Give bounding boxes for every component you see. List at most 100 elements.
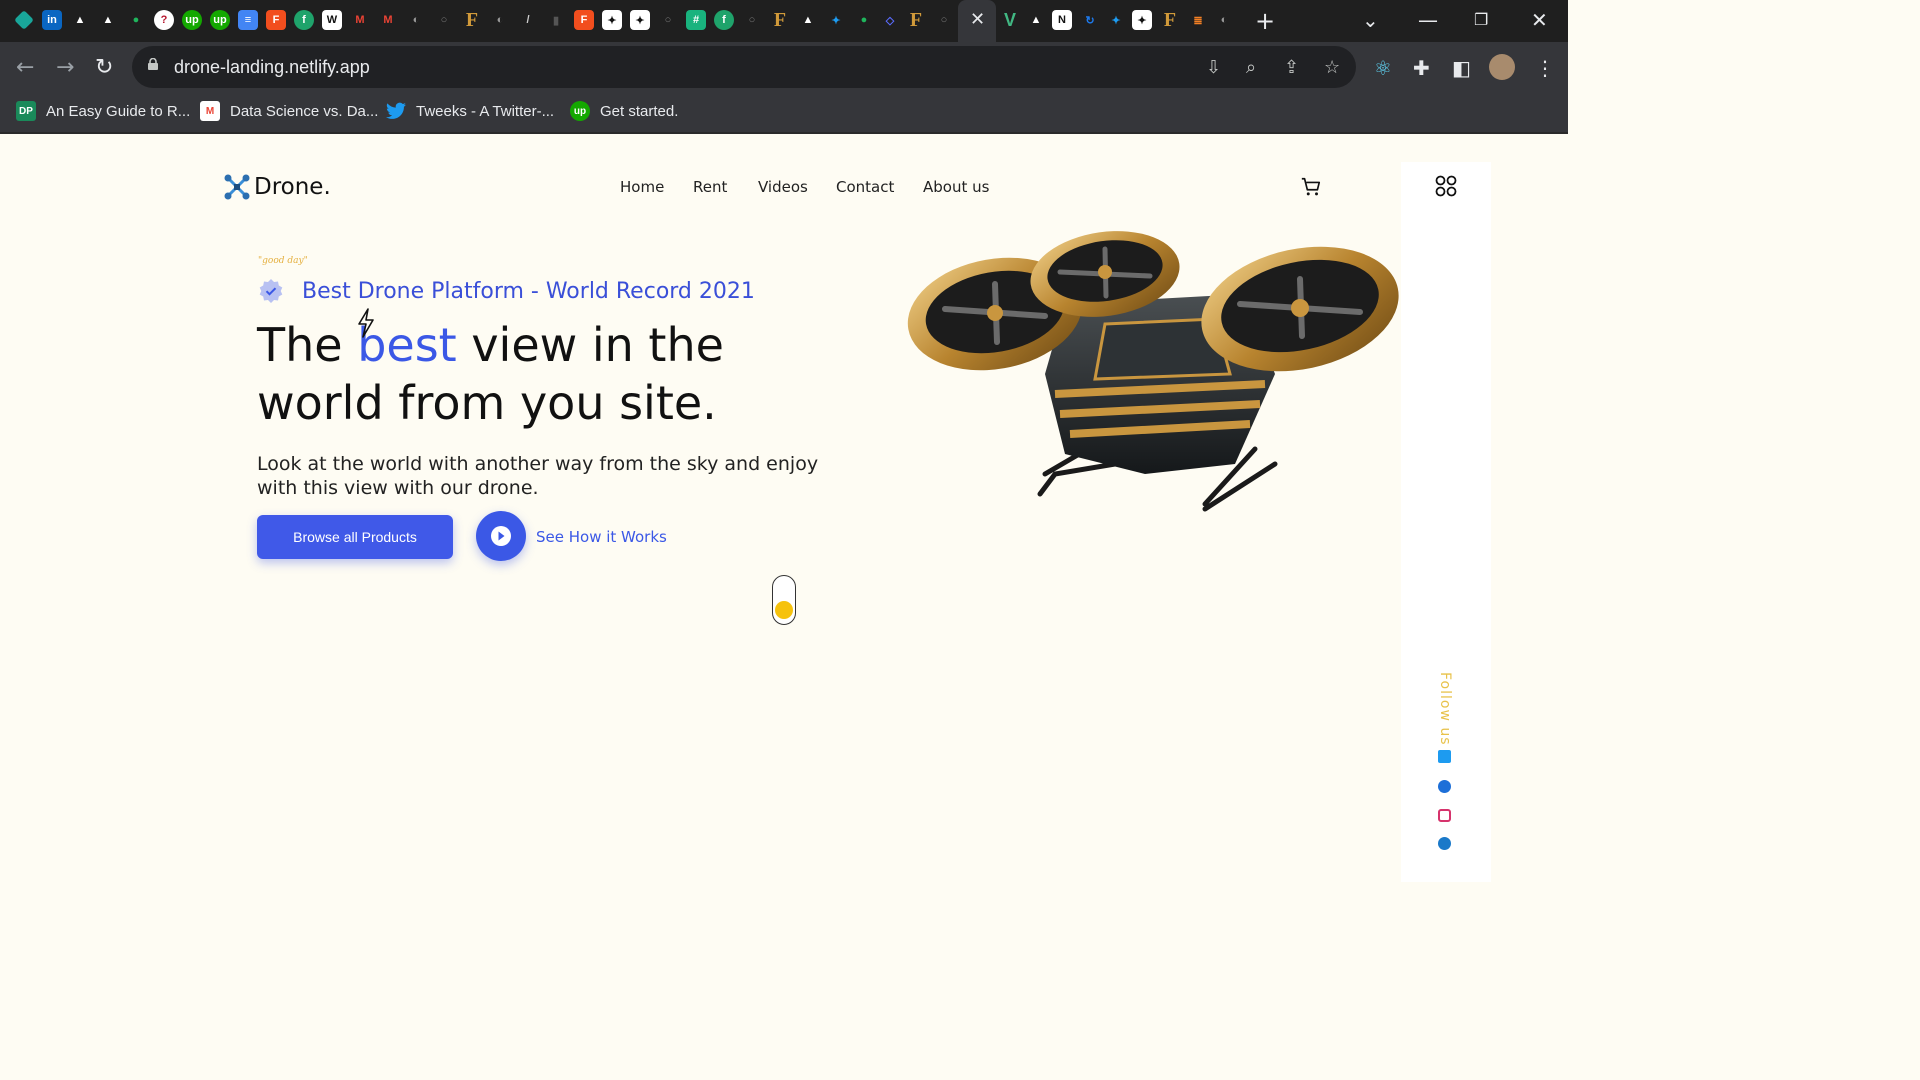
install-icon[interactable]: ⇩ bbox=[1206, 57, 1221, 78]
twitter-icon[interactable]: ✦ bbox=[1106, 10, 1126, 30]
sparkle-icon[interactable]: ✦ bbox=[602, 10, 622, 30]
url-text[interactable]: drone-landing.netlify.app bbox=[174, 57, 370, 78]
bookmark-star-icon[interactable]: ☆ bbox=[1324, 57, 1340, 78]
refresh-app-icon[interactable]: ↻ bbox=[1080, 10, 1100, 30]
cart-icon[interactable] bbox=[1300, 176, 1322, 198]
fiverr-icon[interactable]: f bbox=[714, 10, 734, 30]
react-devtools-icon[interactable]: ⚛ bbox=[1374, 56, 1392, 80]
figma-icon[interactable]: F bbox=[574, 10, 594, 30]
restore-icon[interactable]: ❐ bbox=[1474, 10, 1488, 29]
notion-icon[interactable]: N bbox=[1052, 10, 1072, 30]
skype-icon[interactable] bbox=[1438, 837, 1451, 850]
mongodb-icon[interactable]: ● bbox=[854, 10, 874, 30]
tab-strip: in ▲ ▲ ● ? up up ≡ F f W M M ◐ ○ F ◐ / ▮… bbox=[0, 0, 1568, 42]
forward-icon[interactable]: → bbox=[56, 55, 74, 80]
bookmark-label: Get started. bbox=[600, 102, 679, 120]
bookmark-label: Tweeks - A Twitter-... bbox=[416, 102, 555, 120]
good-day-label: "good day" bbox=[258, 256, 308, 266]
gmail-icon[interactable]: M bbox=[378, 10, 398, 30]
upwork-icon[interactable]: up bbox=[182, 10, 202, 30]
reload-icon[interactable]: ↻ bbox=[95, 55, 113, 80]
stackoverflow-icon[interactable]: ≣ bbox=[1188, 10, 1208, 30]
zoom-icon[interactable]: ⌕ bbox=[1246, 57, 1256, 78]
minimize-icon[interactable]: — bbox=[1418, 8, 1438, 32]
verified-badge-icon bbox=[259, 279, 283, 303]
diamond-icon[interactable]: ◇ bbox=[880, 10, 900, 30]
triangle-icon[interactable]: ▲ bbox=[798, 10, 818, 30]
github-icon[interactable]: ○ bbox=[658, 10, 678, 30]
nav-about-us[interactable]: About us bbox=[923, 178, 989, 196]
back-icon[interactable]: ← bbox=[16, 55, 34, 80]
browse-products-button[interactable]: Browse all Products bbox=[257, 515, 453, 559]
grid-app-icon[interactable]: # bbox=[686, 10, 706, 30]
share-icon[interactable]: ⇪ bbox=[1284, 57, 1299, 78]
globe-icon[interactable]: ◐ bbox=[406, 10, 426, 30]
twitter-icon[interactable]: ✦ bbox=[826, 10, 846, 30]
bookmark-label: An Easy Guide to R... bbox=[46, 102, 191, 120]
scroll-indicator[interactable] bbox=[772, 575, 796, 625]
extensions-icon[interactable]: ✚ bbox=[1413, 56, 1430, 80]
grid-menu-icon[interactable] bbox=[1435, 175, 1457, 197]
globe-icon[interactable]: ◐ bbox=[490, 10, 510, 30]
messenger-icon[interactable] bbox=[1438, 780, 1451, 793]
sparkle-icon[interactable]: ✦ bbox=[630, 10, 650, 30]
site-logo[interactable]: Drone. bbox=[224, 174, 331, 200]
follow-us-label: Follow us bbox=[1437, 672, 1453, 746]
f-serif-icon[interactable]: F bbox=[770, 9, 790, 31]
upwork-icon[interactable]: up bbox=[210, 10, 230, 30]
linkedin-icon[interactable]: in bbox=[42, 10, 62, 30]
avatar[interactable] bbox=[1489, 54, 1515, 80]
nav-home[interactable]: Home bbox=[620, 178, 664, 196]
slash-icon[interactable]: / bbox=[518, 10, 538, 30]
see-how-it-works-link[interactable]: See How it Works bbox=[536, 528, 667, 546]
bookmark-item[interactable]: up Get started. bbox=[570, 100, 678, 122]
gmail-icon[interactable]: M bbox=[350, 10, 370, 30]
figma-icon[interactable]: F bbox=[266, 10, 286, 30]
award-text: Best Drone Platform - World Record 2021 bbox=[302, 278, 755, 304]
triangle-icon[interactable]: ▲ bbox=[70, 10, 90, 30]
address-bar[interactable]: drone-landing.netlify.app ⇩ ⌕ ⇪ ☆ bbox=[132, 46, 1356, 88]
award-badge: Best Drone Platform - World Record 2021 bbox=[258, 278, 755, 304]
vue-icon[interactable]: V bbox=[1000, 10, 1020, 30]
play-button[interactable] bbox=[476, 511, 526, 561]
f-serif-icon[interactable]: F bbox=[462, 9, 482, 31]
triangle-icon[interactable]: ▲ bbox=[1026, 10, 1046, 30]
new-tab-button[interactable]: + bbox=[1255, 7, 1275, 35]
fiverr-icon[interactable]: f bbox=[294, 10, 314, 30]
upwork-icon: up bbox=[570, 101, 590, 121]
lightning-icon bbox=[358, 308, 374, 338]
triangle-icon[interactable]: ▲ bbox=[98, 10, 118, 30]
instagram-icon[interactable] bbox=[1438, 809, 1451, 822]
nav-contact[interactable]: Contact bbox=[836, 178, 894, 196]
bookmarks-bar: DP An Easy Guide to R... M Data Science … bbox=[0, 92, 1568, 134]
hero-description: Look at the world with another way from … bbox=[257, 453, 819, 499]
bookmark-item[interactable]: DP An Easy Guide to R... bbox=[16, 100, 190, 122]
bookmark-item[interactable]: M Data Science vs. Da... bbox=[200, 100, 378, 122]
drone-image bbox=[907, 231, 1399, 512]
mongodb-icon[interactable]: ● bbox=[126, 10, 146, 30]
sparkle-icon[interactable]: ✦ bbox=[1132, 10, 1152, 30]
bookmark-item[interactable]: Tweeks - A Twitter-... bbox=[386, 100, 554, 122]
quora-icon[interactable]: ? bbox=[154, 10, 174, 30]
tab-favicon-icon[interactable] bbox=[14, 10, 34, 30]
docs-icon[interactable]: ≡ bbox=[238, 10, 258, 30]
nav-rent[interactable]: Rent bbox=[693, 178, 727, 196]
globe-icon[interactable]: ◐ bbox=[1214, 10, 1234, 30]
f-serif-icon[interactable]: F bbox=[1160, 9, 1180, 31]
side-panel-icon[interactable]: ◧ bbox=[1452, 56, 1471, 80]
nav-videos[interactable]: Videos bbox=[758, 178, 808, 196]
browser-toolbar: ← → ↻ drone-landing.netlify.app ⇩ ⌕ ⇪ ☆ … bbox=[0, 42, 1568, 92]
menu-icon[interactable]: ⋮ bbox=[1535, 56, 1555, 80]
github-icon[interactable]: ○ bbox=[742, 10, 762, 30]
active-tab[interactable]: ✕ bbox=[958, 0, 996, 42]
bookmark-label: Data Science vs. Da... bbox=[230, 102, 379, 120]
github-icon[interactable]: ○ bbox=[434, 10, 454, 30]
bars-icon[interactable]: ▮ bbox=[546, 10, 566, 30]
twitter-icon[interactable] bbox=[1438, 750, 1451, 763]
github-icon[interactable]: ○ bbox=[934, 10, 954, 30]
f-serif-icon[interactable]: F bbox=[906, 9, 926, 31]
window-close-icon[interactable]: ✕ bbox=[1531, 8, 1548, 32]
w-icon[interactable]: W bbox=[322, 10, 342, 30]
close-tab-icon[interactable]: ✕ bbox=[970, 9, 985, 30]
tab-search-icon[interactable]: ⌄ bbox=[1362, 8, 1379, 32]
